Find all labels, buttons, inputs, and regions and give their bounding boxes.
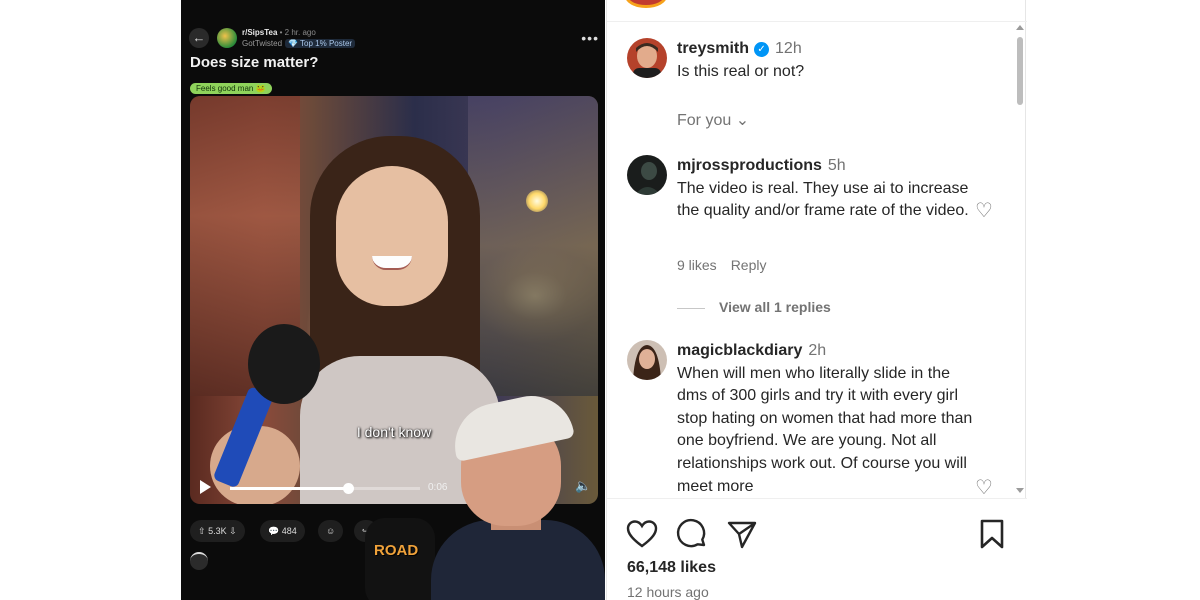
video-scene-microphone (248, 324, 320, 404)
likes-count[interactable]: 66,148 likes (627, 559, 716, 577)
sort-label: For you (677, 112, 732, 129)
profile-avatar[interactable] (625, 0, 667, 8)
commenter-avatar-image (627, 155, 667, 195)
comment-meta: 9 likes Reply (677, 257, 780, 273)
username[interactable]: magicblackdiary (677, 342, 802, 359)
view-replies-label: View all 1 replies (719, 299, 831, 315)
post-time: • 2 hr. ago (277, 28, 316, 37)
avatar[interactable] (627, 340, 667, 380)
video-scene-building (468, 96, 598, 396)
comment-text: When will men who literally slide in the… (677, 364, 973, 495)
op-avatar-image (627, 38, 667, 78)
chevron-down-icon: ⌄ (735, 112, 750, 129)
comment-time[interactable]: 12h (775, 40, 802, 57)
avatar[interactable] (627, 155, 667, 195)
comment-time[interactable]: 2h (808, 342, 826, 359)
back-button[interactable]: ← (189, 28, 209, 48)
scrollbar-thumb[interactable] (1017, 37, 1023, 105)
scroll-down-arrow-icon[interactable] (1016, 488, 1024, 493)
replies-divider (677, 307, 705, 309)
post-header-strip (607, 0, 1027, 22)
video-panel: ← r/SipsTea • 2 hr. ago GotTwisted 💎 Top … (181, 0, 605, 600)
comment-likes[interactable]: 9 likes (677, 257, 717, 273)
overlay-text: ROAD (374, 542, 419, 559)
arrow-left-icon: ← (192, 30, 206, 45)
comment-count: 484 (281, 526, 297, 536)
comment-body: magicblackdiary 2h When will men who lite… (677, 340, 977, 498)
vote-count: 5.3K (208, 526, 227, 536)
comment-time[interactable]: 5h (828, 157, 846, 174)
subreddit-name[interactable]: r/SipsTea (242, 28, 277, 37)
like-comment-heart-icon[interactable]: ♡ (974, 201, 994, 221)
post-age: 12 hours ago (627, 584, 709, 600)
heart-icon[interactable] (625, 517, 659, 551)
post-flair[interactable]: Feels good man 🐸 (190, 83, 272, 94)
comment-body: mjrossproductions 5h The video is real. T… (677, 155, 977, 223)
award-button[interactable]: ☺ (318, 520, 344, 542)
subreddit-line: r/SipsTea • 2 hr. ago (242, 28, 316, 37)
comment-text: The video is real. They use ai to increa… (677, 179, 969, 220)
upvote-icon[interactable]: ⇧ (198, 526, 206, 536)
view-replies-button[interactable]: View all 1 replies (677, 299, 831, 315)
comment-icon[interactable] (675, 517, 709, 551)
vote-pill[interactable]: ⇧ 5.3K ⇩ (190, 520, 245, 542)
video-scene-light (526, 190, 548, 212)
video-progress-fill (230, 487, 348, 490)
post-actions-bar: 66,148 likes 12 hours ago (607, 498, 1027, 600)
comments-list[interactable]: treysmith ✓ 12h Is this real or not? For y… (607, 22, 1027, 498)
author-name[interactable]: GotTwisted (242, 39, 282, 48)
streamer-microphone (365, 518, 435, 600)
top-poster-badge: 💎 Top 1% Poster (285, 39, 356, 48)
video-scene-person-face (336, 166, 448, 306)
reply-button[interactable]: Reply (731, 257, 767, 273)
comment-icon: 💬 (268, 526, 280, 536)
screen: ← r/SipsTea • 2 hr. ago GotTwisted 💎 Top … (0, 0, 1200, 600)
caption-text: Is this real or not? (677, 62, 805, 80)
username[interactable]: treysmith (677, 40, 749, 57)
scroll-up-arrow-icon[interactable] (1016, 25, 1024, 30)
reddit-post-header: ← r/SipsTea • 2 hr. ago GotTwisted 💎 Top … (189, 26, 599, 54)
bookmark-icon[interactable] (975, 517, 1009, 551)
streamer-shirt (431, 520, 605, 600)
more-options-button[interactable]: ••• (581, 30, 599, 46)
comments-pill[interactable]: 💬 484 (260, 520, 305, 542)
caption-body: treysmith ✓ 12h Is this real or not? (677, 38, 977, 83)
commenter-avatar-image (627, 340, 667, 380)
verified-badge-icon: ✓ (754, 42, 770, 57)
avatar[interactable] (627, 38, 667, 78)
video-progress-bar[interactable] (230, 483, 420, 494)
subreddit-avatar[interactable] (217, 28, 237, 48)
comments-scrollbar[interactable] (1015, 22, 1025, 498)
post-title: Does size matter? (190, 54, 319, 71)
play-icon[interactable] (200, 480, 211, 494)
video-progress-handle[interactable] (342, 483, 354, 494)
user-avatar[interactable] (190, 552, 208, 570)
award-icon: ☺ (326, 526, 336, 536)
share-icon[interactable] (725, 517, 759, 551)
streamer-webcam-overlay (365, 388, 605, 600)
instagram-comments-pane: treysmith ✓ 12h Is this real or not? For y… (606, 0, 1027, 600)
like-comment-heart-icon[interactable]: ♡ (974, 478, 994, 498)
comment-sort-dropdown[interactable]: For you ⌄ (677, 110, 749, 130)
downvote-icon[interactable]: ⇩ (229, 526, 237, 536)
author-line: GotTwisted 💎 Top 1% Poster (242, 39, 356, 48)
username[interactable]: mjrossproductions (677, 157, 822, 174)
